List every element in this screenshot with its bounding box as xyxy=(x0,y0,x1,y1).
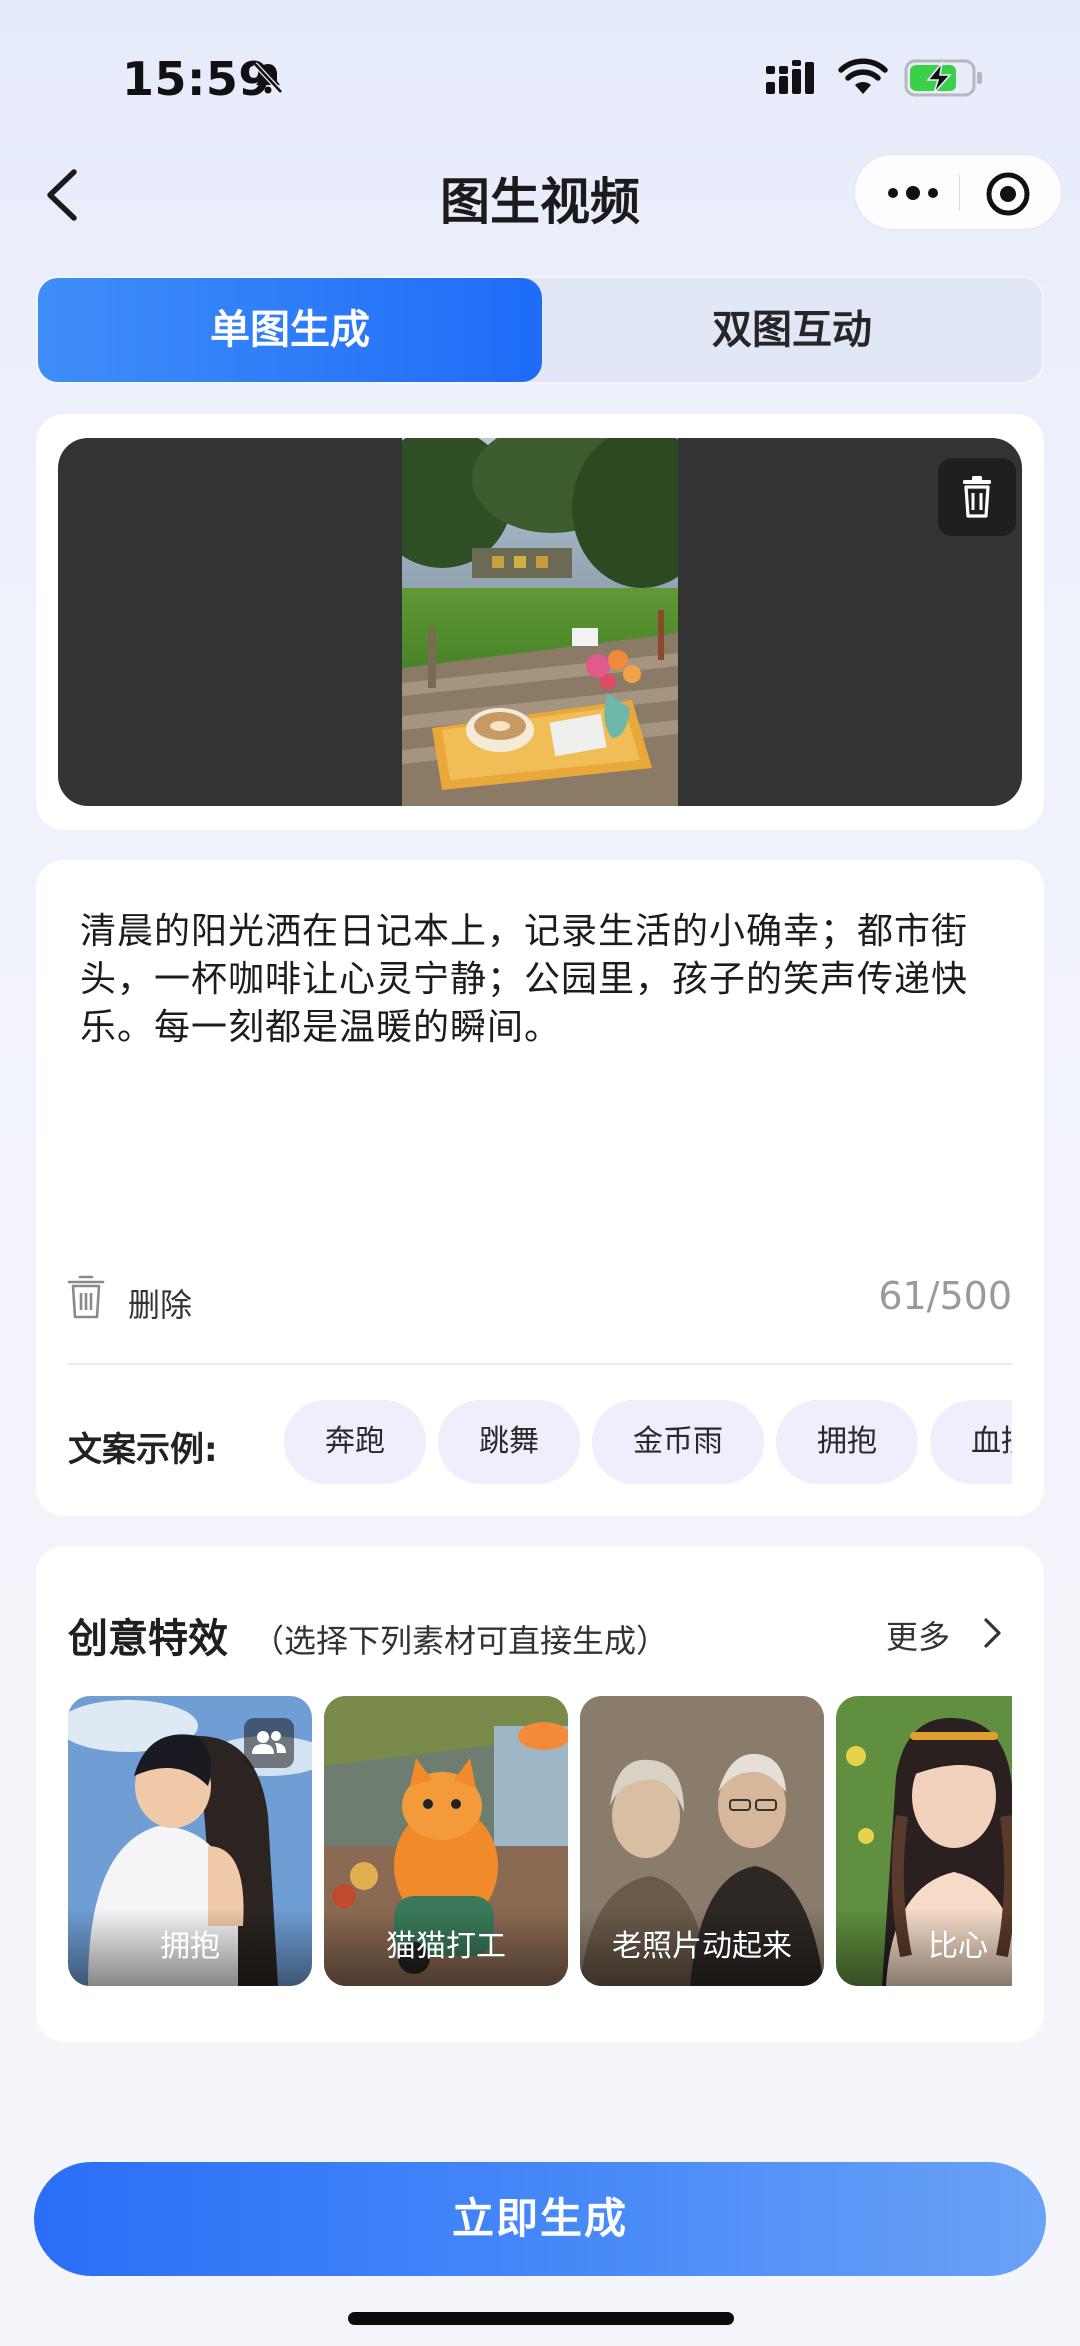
example-chip[interactable]: 跳舞 xyxy=(438,1400,580,1484)
uploaded-photo xyxy=(402,438,678,806)
example-chip[interactable]: 奔跑 xyxy=(284,1400,426,1484)
more-dots-icon[interactable] xyxy=(883,177,943,209)
image-preview xyxy=(58,438,1022,806)
home-indicator xyxy=(348,2312,734,2325)
generate-now-button[interactable]: 立即生成 xyxy=(34,2162,1046,2276)
effect-tile-cat-work[interactable]: 猫猫打工 xyxy=(324,1696,568,1986)
effect-tile-finger-heart[interactable]: 比心 xyxy=(836,1696,1012,1986)
effect-tile-label: 比心 xyxy=(836,1908,1012,1986)
miniprogram-capsule xyxy=(854,154,1062,230)
effects-title: 创意特效 xyxy=(68,1616,228,1662)
effect-tile-old-photo[interactable]: 老照片动起来 xyxy=(580,1696,824,1986)
two-people-icon xyxy=(244,1718,294,1768)
examples-label: 文案示例: xyxy=(68,1430,218,1470)
target-icon[interactable] xyxy=(985,171,1031,217)
effect-tile-label: 猫猫打工 xyxy=(324,1908,568,1986)
chevron-right-icon[interactable] xyxy=(980,1614,1004,1652)
example-chip[interactable]: 拥抱 xyxy=(776,1400,918,1484)
battery-charging-icon xyxy=(904,59,982,97)
char-count: 61/500 xyxy=(878,1274,1012,1318)
effects-card: 创意特效 （选择下列素材可直接生成） 更多 拥抱 猫猫打工 老照片动起来 比心 xyxy=(36,1546,1044,2042)
status-time: 15:59 xyxy=(122,52,271,106)
bell-slash-icon xyxy=(253,62,283,94)
delete-image-button[interactable] xyxy=(938,458,1016,536)
example-chip[interactable]: 金币雨 xyxy=(592,1400,764,1484)
cellular-signal-icon xyxy=(766,60,814,94)
effects-subtitle: （选择下列素材可直接生成） xyxy=(252,1622,669,1660)
tab-single-image[interactable]: 单图生成 xyxy=(38,278,542,382)
prompt-card: 清晨的阳光洒在日记本上，记录生活的小确幸；都市街头，一杯咖啡让心灵宁静；公园里，… xyxy=(36,860,1044,1516)
more-effects-link[interactable]: 更多 xyxy=(886,1612,950,1658)
capsule-divider xyxy=(959,175,960,211)
effect-tile-hug[interactable]: 拥抱 xyxy=(68,1696,312,1986)
divider xyxy=(68,1363,1012,1365)
example-chip[interactable]: 血拼 xyxy=(930,1400,1012,1484)
effect-tile-label: 拥抱 xyxy=(68,1908,312,1986)
upload-card xyxy=(36,414,1044,830)
tab-dual-image[interactable]: 双图互动 xyxy=(542,278,1042,382)
clear-prompt-label: 删除 xyxy=(128,1286,193,1324)
mode-tabs: 单图生成 双图互动 xyxy=(36,276,1044,384)
effect-tile-label: 老照片动起来 xyxy=(580,1908,824,1986)
prompt-textarea[interactable]: 清晨的阳光洒在日记本上，记录生活的小确幸；都市街头，一杯咖啡让心灵宁静；公园里，… xyxy=(80,908,1000,1052)
status-bar: 15:59 xyxy=(0,0,1080,150)
trash-icon xyxy=(67,1275,105,1319)
effects-tiles: 拥抱 猫猫打工 老照片动起来 比心 xyxy=(68,1696,1012,1986)
trash-icon xyxy=(963,476,991,518)
example-chips: 奔跑 跳舞 金币雨 拥抱 血拼 xyxy=(284,1400,1012,1484)
wifi-icon xyxy=(838,58,888,94)
